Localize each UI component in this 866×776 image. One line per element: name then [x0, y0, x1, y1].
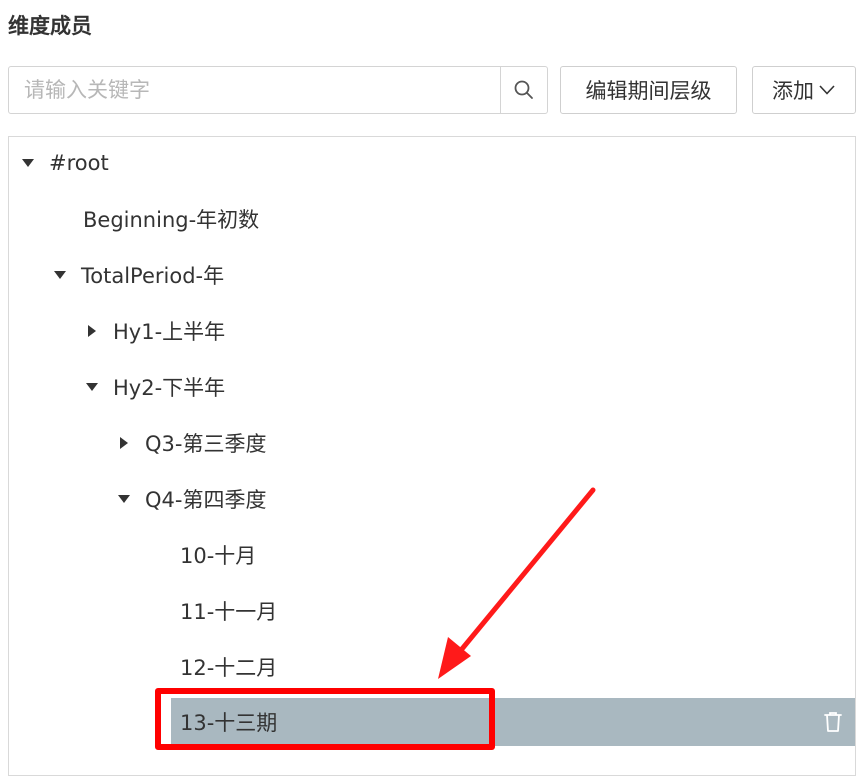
annotation-arrow	[438, 487, 596, 679]
